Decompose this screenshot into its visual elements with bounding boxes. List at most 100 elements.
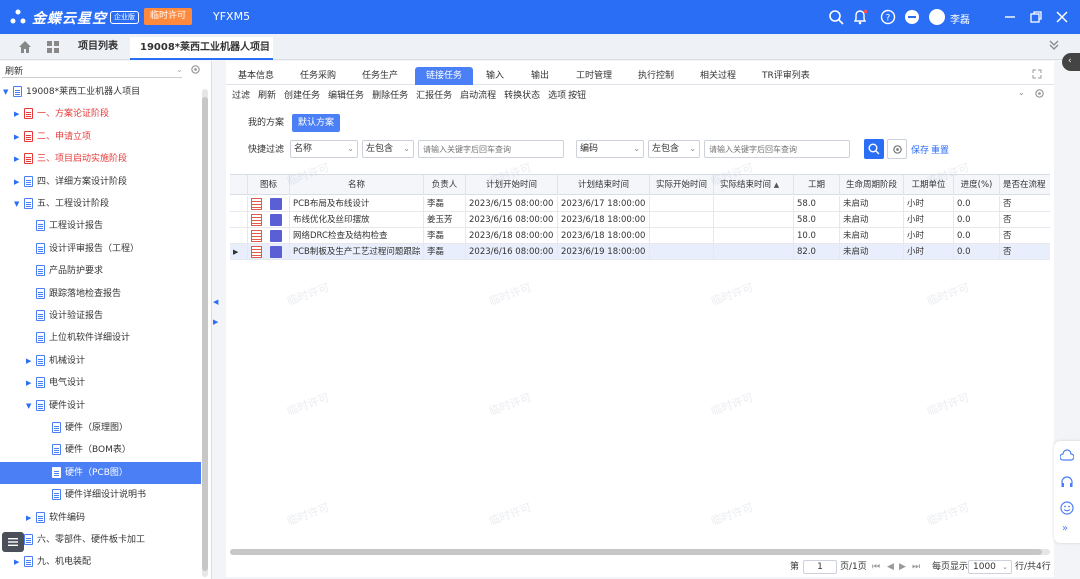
filter-operator-select-1[interactable]: 左包含 ⌄ [362,140,414,158]
tree-node[interactable]: 设计评审报告（工程） [0,238,201,260]
tree-node[interactable]: ▼ 五、工程设计阶段 [0,193,201,215]
fullscreen-icon[interactable] [1032,69,1042,79]
report-task-button[interactable]: 汇报任务 [416,91,452,101]
tree-node[interactable]: 工程设计报告 [0,215,201,237]
smiley-icon[interactable] [1060,501,1074,515]
tree-node[interactable]: ▶六、零部件、硬件板卡加工 [0,529,201,551]
caret-right-icon[interactable]: ▶ [26,350,34,372]
chevron-double-down-icon[interactable] [1048,39,1060,51]
minus-circle-icon[interactable] [904,9,920,25]
filter-keyword-input-2[interactable] [704,140,850,158]
header-plan-start[interactable]: 计划开始时间 [466,175,558,195]
filter-button[interactable]: 过滤 [232,91,250,101]
row-selector[interactable] [230,212,248,228]
search-icon[interactable] [828,9,844,25]
delete-task-button[interactable]: 删除任务 [372,91,408,101]
headset-icon[interactable] [1060,475,1074,489]
caret-right-icon[interactable]: ▶ [14,551,22,573]
tree-node[interactable]: 硬件详细设计说明书 [0,484,201,506]
tenant-name[interactable]: YFXM5 [213,10,250,23]
header-progress[interactable]: 进度(%) [954,175,1000,195]
header-name[interactable]: 名称 [290,175,424,195]
subtab-related-process[interactable]: 相关过程 [700,67,752,85]
first-page-icon[interactable]: ⏮ [872,560,880,574]
tree-scrollbar-thumb[interactable] [202,97,208,571]
tree-node[interactable]: ▼ 19008*莱西工业机器人项目 [0,81,201,103]
tree-node[interactable]: ▼ 硬件设计 [0,395,201,417]
prev-page-icon[interactable]: ◀ [887,560,894,574]
close-icon[interactable] [1054,9,1070,25]
bell-icon[interactable] [852,9,868,25]
create-task-button[interactable]: 创建任务 [284,91,320,101]
row-selector[interactable] [230,196,248,212]
subtab-linked-tasks[interactable]: 链接任务 [415,67,473,85]
filter-keyword-input-1[interactable] [418,140,564,158]
tree-scrollbar[interactable] [202,89,208,577]
tree-node[interactable]: 产品防护要求 [0,260,201,282]
table-row[interactable]: 网络DRC检查及结构检查 李磊 2023/6/18 08:00:00 2023/6/1… [230,228,1050,244]
cloud-icon[interactable] [1060,449,1074,463]
refresh-button[interactable]: 刷新 [258,91,276,101]
toolbar-more-icon[interactable]: ⌄ [1018,88,1025,97]
tree-node[interactable]: ▶ 三、项目启动实施阶段 [0,148,201,170]
tree-node[interactable]: ▶ 软件编码 [0,507,201,529]
header-plan-end[interactable]: 计划结束时间 [558,175,650,195]
expand-right-icon[interactable]: ▶ [213,318,218,326]
header-icon[interactable]: 图标 [248,175,290,195]
tree-node[interactable]: ▶ 二、申请立项 [0,126,201,148]
filter-field-select-1[interactable]: 名称 ⌄ [290,140,358,158]
subtab-input[interactable]: 输入 [486,67,526,85]
caret-right-icon[interactable]: ▶ [14,148,22,170]
row-selector[interactable] [230,244,248,260]
gear-icon[interactable] [190,64,201,75]
header-duration[interactable]: 工期 [794,175,840,195]
panel-toggle[interactable]: ◀ ▶ [212,298,220,338]
filter-settings-button[interactable] [887,139,907,159]
subtab-task-production[interactable]: 任务生产 [362,67,414,85]
right-panel-toggle[interactable]: ‹ [1062,53,1080,71]
tree-node[interactable]: ▶ 一、方案论证阶段 [0,103,201,125]
tree-search-input[interactable]: 刷新 [2,64,182,78]
tree-node[interactable]: 设计验证报告 [0,305,201,327]
tree-node[interactable]: ▶ 机械设计 [0,350,201,372]
tree-node[interactable]: 跟踪落地检查报告 [0,283,201,305]
table-row[interactable]: 布线优化及丝印摆放 姜玉芳 2023/6/16 08:00:00 2023/6/18 … [230,212,1050,228]
tree-node[interactable]: ▶ 电气设计 [0,372,201,394]
header-in-flow[interactable]: 是否在流程 [1000,175,1050,195]
help-icon[interactable]: ? [880,9,896,25]
header-owner[interactable]: 负责人 [424,175,466,195]
subtab-execution-control[interactable]: 执行控制 [638,67,690,85]
last-page-icon[interactable]: ⏭ [912,560,920,574]
header-actual-end[interactable]: 实际结束时间 ▲ [714,175,794,195]
caret-right-icon[interactable]: ▶ [14,103,22,125]
caret-right-icon[interactable]: ▶ [26,372,34,394]
toolbar-gear-icon[interactable] [1034,88,1045,99]
buttons-button[interactable]: 按钮 [568,91,586,101]
grid-scrollbar-thumb[interactable] [230,549,1042,555]
table-row[interactable]: PCB布局及布线设计 李磊 2023/6/15 08:00:00 2023/6/17 … [230,196,1050,212]
search-button[interactable] [864,139,884,159]
subtab-basic-info[interactable]: 基本信息 [238,67,290,85]
caret-right-icon[interactable]: ▶ [26,507,34,529]
home-icon[interactable] [18,40,32,54]
scheme-mine[interactable]: 我的方案 [248,114,284,132]
avatar[interactable] [929,9,945,25]
tree-node[interactable]: ▶ 九、机电装配 [0,551,201,573]
tab-close-icon[interactable]: × [259,37,267,58]
restore-icon[interactable] [1028,9,1044,25]
caret-down-icon[interactable]: ▼ [14,193,22,215]
tree-node[interactable]: 硬件（原理图） [0,417,201,439]
floating-menu-button[interactable] [2,532,24,552]
options-button[interactable]: 选项 [548,91,566,101]
header-actual-start[interactable]: 实际开始时间 [650,175,714,195]
tree-node[interactable]: ▶ 四、详细方案设计阶段 [0,171,201,193]
subtab-tr-review[interactable]: TR评审列表 [762,67,826,85]
save-filter-link[interactable]: 保存 [911,143,929,156]
caret-right-icon[interactable]: ▶ [14,171,22,193]
chevron-double-right-icon[interactable]: » [1062,523,1068,534]
sort-asc-icon[interactable]: ▲ [774,181,779,189]
start-flow-button[interactable]: 启动流程 [460,91,496,101]
tree-node[interactable]: 上位机软件详细设计 [0,327,201,349]
filter-operator-select-2[interactable]: 左包含 ⌄ [648,140,700,158]
pager-page-input[interactable]: 1 [803,560,837,574]
